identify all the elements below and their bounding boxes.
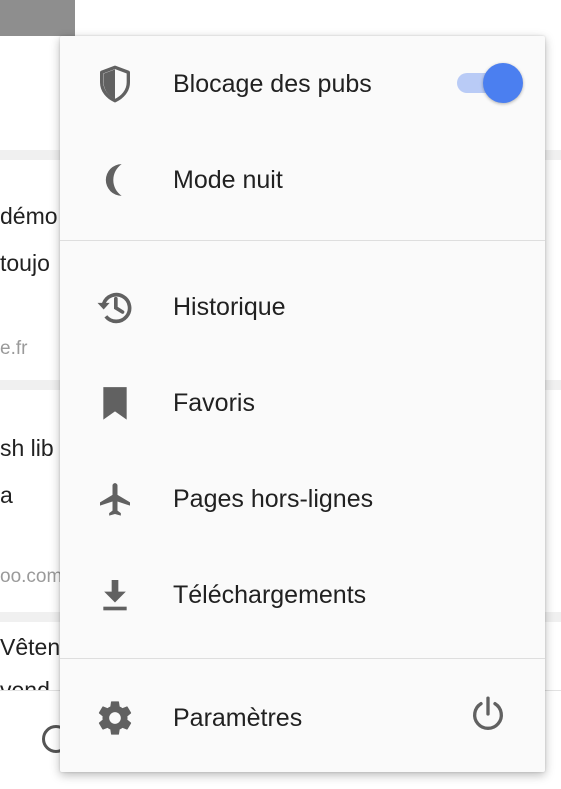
article-title-line: toujo bbox=[0, 250, 50, 276]
article-source: e.fr bbox=[0, 338, 28, 359]
menu-item-label: Pages hors-lignes bbox=[173, 485, 374, 513]
download-icon bbox=[103, 580, 127, 611]
toggle-knob bbox=[483, 63, 523, 103]
bookmark-icon bbox=[103, 387, 127, 420]
shield-icon bbox=[100, 65, 130, 103]
menu-divider bbox=[60, 658, 545, 659]
menu-item-label: Mode nuit bbox=[173, 166, 283, 194]
menu-item-offline-pages[interactable]: Pages hors-lignes bbox=[60, 451, 545, 547]
menu-item-label: Blocage des pubs bbox=[173, 70, 372, 98]
menu-item-label: Historique bbox=[173, 293, 286, 321]
ad-block-toggle[interactable] bbox=[457, 62, 523, 104]
history-icon bbox=[97, 292, 132, 324]
menu-item-label: Paramètres bbox=[173, 704, 303, 732]
overflow-menu: Blocage des pubs Mode nuit Historique Fa… bbox=[60, 36, 545, 772]
menu-item-downloads[interactable]: Téléchargements bbox=[60, 547, 545, 643]
background-thumbnail bbox=[0, 0, 75, 36]
article-title-line: sh lib bbox=[0, 435, 54, 461]
menu-item-label: Téléchargements bbox=[173, 581, 367, 609]
article-title-line: a bbox=[0, 482, 13, 508]
background-top-bar bbox=[0, 0, 561, 38]
article-title-line: Vêten bbox=[0, 634, 61, 660]
menu-divider bbox=[60, 240, 545, 241]
menu-item-bookmarks[interactable]: Favoris bbox=[60, 355, 545, 451]
article-source: oo.com bbox=[0, 566, 63, 587]
menu-item-history[interactable]: Historique bbox=[60, 259, 545, 355]
airplane-icon bbox=[100, 483, 130, 516]
menu-item-label: Favoris bbox=[173, 389, 255, 417]
moon-icon bbox=[105, 164, 122, 196]
article-title-line: démo bbox=[0, 203, 58, 229]
menu-item-settings[interactable]: Paramètres bbox=[60, 670, 545, 766]
menu-item-night-mode[interactable]: Mode nuit bbox=[60, 132, 545, 228]
power-icon[interactable] bbox=[468, 694, 508, 734]
gear-icon bbox=[98, 701, 132, 735]
menu-item-ad-block[interactable]: Blocage des pubs bbox=[60, 36, 545, 132]
